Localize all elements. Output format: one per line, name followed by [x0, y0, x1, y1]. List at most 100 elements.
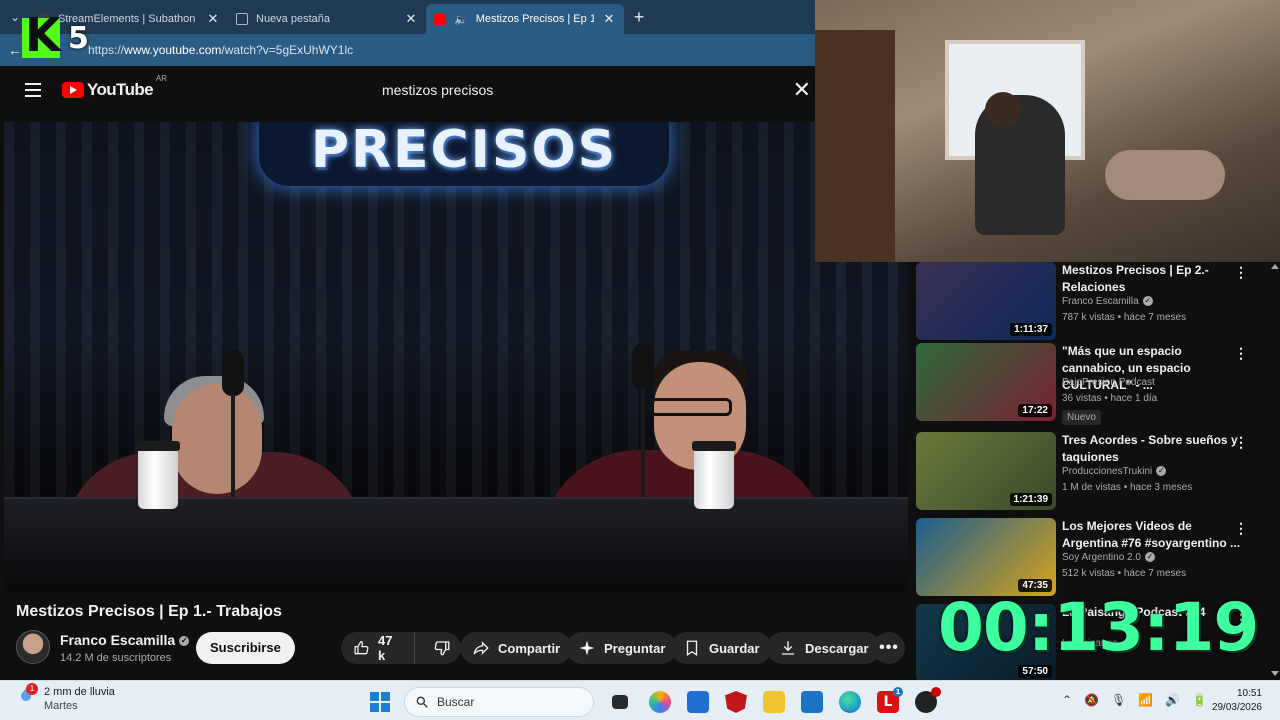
rain-icon: 1 — [18, 683, 38, 704]
scroll-down-icon[interactable] — [1271, 671, 1279, 676]
url-field[interactable]: https://www.youtube.com/watch?v=5gExUhWY… — [88, 43, 353, 57]
dislike-button[interactable] — [423, 632, 461, 664]
close-tab-icon[interactable]: ✕ — [206, 11, 220, 27]
cup-left — [136, 441, 180, 509]
more-vertical-icon[interactable]: ⋮ — [1234, 520, 1248, 537]
more-actions-button[interactable]: ••• — [873, 632, 905, 664]
youtube-logo[interactable]: YouTube AR — [62, 74, 167, 100]
close-tab-icon[interactable]: ✕ — [602, 11, 616, 27]
taskbar-apps: Buscar L1 — [370, 687, 941, 717]
outlook-icon[interactable] — [801, 691, 823, 713]
speaker-icon[interactable]: 🔈 — [454, 13, 468, 26]
recommendation-item[interactable]: 17:22 "Más que un espacio cannabico, un e… — [916, 343, 1272, 425]
kick-logo-icon — [22, 12, 61, 58]
taskbar-search-placeholder: Buscar — [437, 695, 475, 709]
share-arrow-icon — [473, 641, 489, 655]
share-button[interactable]: Compartir — [460, 632, 573, 664]
video-player[interactable]: PRECISOS — [4, 122, 908, 592]
edge-icon[interactable] — [839, 691, 861, 713]
video-title: Mestizos Precisos | Ep 1.- Trabajos — [16, 603, 282, 620]
store-icon[interactable] — [687, 691, 709, 713]
youtube-play-icon — [62, 82, 84, 98]
notification-muted-icon[interactable]: 🔕 — [1084, 693, 1099, 707]
search-query: mestizos precisos — [382, 82, 494, 98]
like-dislike-group: 47 k — [341, 632, 461, 664]
verified-icon: ✓ — [1156, 466, 1167, 477]
ask-button[interactable]: Preguntar — [566, 632, 678, 664]
clock-date: 29/03/2026 — [1211, 702, 1262, 713]
like-button[interactable]: 47 k — [341, 632, 415, 664]
l-app-icon[interactable]: L1 — [877, 687, 903, 713]
save-button[interactable]: Guardar — [671, 632, 772, 664]
recommendation-thumbnail[interactable]: 47:35 — [916, 518, 1056, 596]
tab-youtube-video[interactable]: 🔈 Mestizos Precisos | Ep 1.- Traba ✕ — [426, 4, 624, 34]
more-vertical-icon[interactable]: ⋮ — [1234, 434, 1248, 451]
recommendation-meta: 36 vistas • hace 1 día — [1062, 393, 1158, 404]
sidebar-scrollbar[interactable] — [1271, 262, 1279, 680]
microphone-icon[interactable]: 🎙 — [1111, 693, 1126, 707]
battery-icon[interactable]: 🔋 — [1192, 693, 1207, 707]
recommendation-title[interactable]: Los Mejores Videos de Argentina #76 #soy… — [1062, 518, 1242, 552]
search-input[interactable]: mestizos precisos ✕ — [370, 74, 815, 106]
scroll-up-icon[interactable] — [1271, 264, 1279, 269]
file-explorer-icon[interactable] — [763, 691, 785, 713]
wifi-icon[interactable]: 📶 — [1138, 693, 1153, 707]
recommendation-thumbnail[interactable]: 1:21:39 — [916, 432, 1056, 510]
like-count: 47 k — [378, 633, 393, 663]
weather-day: Martes — [44, 700, 78, 712]
recommendation-thumbnail[interactable]: 17:22 — [916, 343, 1056, 421]
close-tab-icon[interactable]: ✕ — [404, 11, 418, 27]
new-tab-button[interactable]: + — [624, 7, 654, 28]
show-hidden-icons-chevron-icon[interactable]: ⌃ — [1062, 693, 1072, 707]
tab-new-tab-page[interactable]: Nueva pestaña ✕ — [228, 4, 426, 34]
recommendation-meta: 512 k vistas • hace 7 meses — [1062, 568, 1187, 579]
channel-name-link[interactable]: Franco Escamilla ✓ — [60, 632, 190, 648]
recommendation-thumbnail[interactable]: 1:11:37 — [916, 262, 1056, 340]
channel-name: Franco Escamilla — [60, 632, 176, 648]
more-vertical-icon[interactable]: ⋮ — [1234, 264, 1248, 281]
recommendation-title[interactable]: Mestizos Precisos | Ep 2.- Relaciones — [1062, 262, 1242, 296]
hamburger-menu-icon[interactable] — [4, 83, 62, 97]
volume-icon[interactable]: 🔊 — [1165, 693, 1180, 707]
weather-widget[interactable]: 1 2 mm de lluvia Martes — [18, 683, 115, 713]
recommendation-channel[interactable]: BajoPresion Podcast — [1062, 377, 1155, 388]
subscribe-button[interactable]: Suscribirse — [196, 632, 295, 664]
subscriber-count: 14.2 M de suscriptores — [60, 652, 172, 664]
recommendation-meta: 787 k vistas • hace 7 meses — [1062, 312, 1187, 323]
country-code: AR — [155, 74, 167, 83]
obs-icon[interactable] — [915, 687, 941, 713]
download-icon — [782, 641, 794, 655]
tab-title: Nueva pestaña — [256, 13, 330, 25]
video-duration: 1:21:39 — [1009, 493, 1052, 506]
recommendation-channel[interactable]: ProduccionesTrukini ✓ — [1062, 466, 1167, 477]
address-bar: ← https://www.youtube.com/watch?v=5gExUh… — [0, 34, 815, 66]
webcam-overlay — [815, 0, 1280, 262]
taskbar-search[interactable]: Buscar — [404, 687, 594, 717]
verified-icon: ✓ — [1144, 552, 1155, 563]
more-vertical-icon[interactable]: ⋮ — [1234, 345, 1248, 362]
save-label: Guardar — [709, 640, 760, 656]
copilot-icon[interactable] — [649, 691, 671, 713]
recommendation-item[interactable]: 47:35 Los Mejores Videos de Argentina #76… — [916, 518, 1272, 598]
download-button[interactable]: Descargar — [767, 632, 881, 664]
microphone-left — [222, 350, 244, 396]
recommendation-item[interactable]: 1:21:39 Tres Acordes - Sobre sueños y taq… — [916, 432, 1272, 512]
task-view-icon[interactable] — [612, 695, 628, 709]
windows-taskbar: 1 2 mm de lluvia Martes Buscar L1 ⌃ 🔕 🎙 … — [0, 680, 1280, 720]
recommendation-item[interactable]: 1:11:37 Mestizos Precisos | Ep 2.- Relaci… — [916, 262, 1272, 342]
subathon-timer: 00:13:19 — [938, 589, 1259, 666]
recommendation-title[interactable]: Tres Acordes - Sobre sueños y taquiones — [1062, 432, 1242, 466]
mcafee-icon[interactable] — [725, 691, 747, 713]
verified-icon: ✓ — [179, 636, 190, 647]
taskbar-clock[interactable]: 10:51 29/03/2026 — [1212, 687, 1262, 715]
thumbs-down-icon — [434, 641, 450, 656]
windows-start-icon[interactable] — [370, 692, 390, 712]
weather-alert-badge: 1 — [26, 683, 38, 695]
channel-avatar[interactable] — [16, 630, 50, 664]
recommendation-channel[interactable]: Soy Argentino 2.0 ✓ — [1062, 552, 1155, 563]
tab-title: Mestizos Precisos | Ep 1.- Traba — [475, 13, 594, 25]
clear-search-icon[interactable]: ✕ — [793, 77, 811, 103]
recommendation-channel[interactable]: Franco Escamilla ✓ — [1062, 296, 1153, 307]
cup-right — [692, 441, 736, 509]
thumbs-up-icon — [354, 640, 369, 655]
